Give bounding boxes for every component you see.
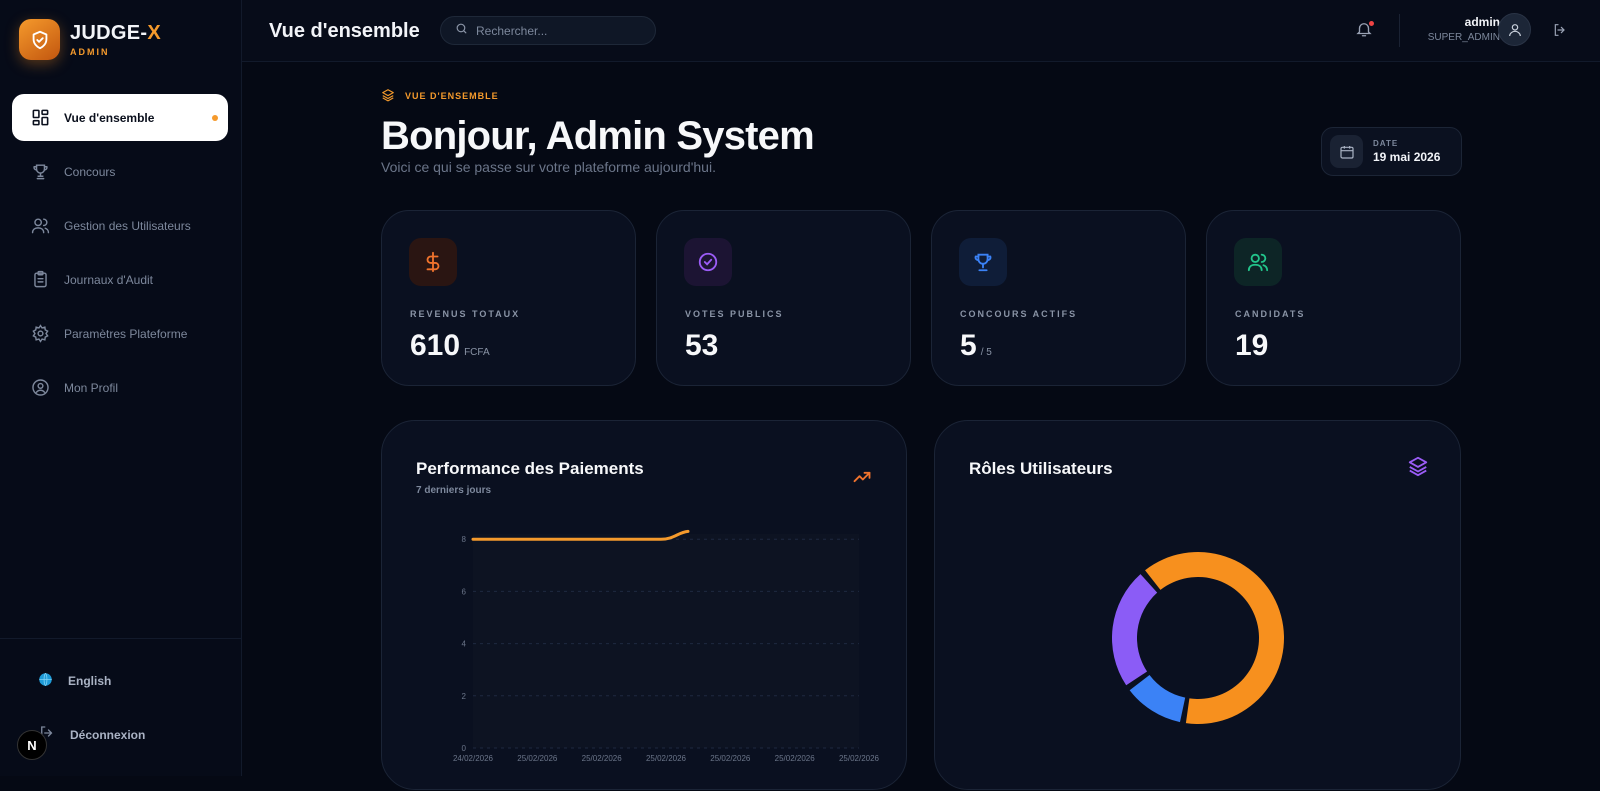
trophy-icon xyxy=(959,238,1007,286)
stat-label: VOTES PUBLICS xyxy=(685,309,784,319)
stats-row: REVENUS TOTAUX 610 FCFA VOTES PUBLICS 53 … xyxy=(381,210,1461,386)
kicker-label: VUE D'ENSEMBLE xyxy=(405,91,499,101)
shield-logo-icon xyxy=(19,19,60,60)
stat-card-candidates: CANDIDATS 19 xyxy=(1206,210,1461,386)
brand-subtitle: ADMIN xyxy=(70,47,110,57)
roles-donut-chart xyxy=(1112,552,1284,724)
logout-label: Déconnexion xyxy=(70,727,146,742)
y-tick-label: 0 xyxy=(462,744,467,753)
search-box[interactable] xyxy=(440,16,656,45)
stat-value: 19 xyxy=(1235,329,1269,362)
sidebar-item-label: Journaux d'Audit xyxy=(64,272,154,287)
section-kicker: VUE D'ENSEMBLE xyxy=(381,88,1461,104)
payments-panel: Performance des Paiements 7 derniers jou… xyxy=(381,420,907,790)
user-circle-icon xyxy=(30,378,50,398)
x-tick-label: 24/02/2026 xyxy=(453,754,494,763)
y-tick-label: 4 xyxy=(462,640,467,649)
layers-icon xyxy=(381,88,395,104)
logout-icon xyxy=(1554,24,1565,36)
stat-card-revenue: REVENUS TOTAUX 610 FCFA xyxy=(381,210,636,386)
stat-label: CONCOURS ACTIFS xyxy=(960,309,1078,319)
avatar[interactable] xyxy=(1498,13,1531,46)
roles-panel: Rôles Utilisateurs xyxy=(934,420,1461,790)
users-icon xyxy=(30,216,50,236)
date-widget: DATE 19 mai 2026 xyxy=(1321,127,1462,176)
sidebar-item-profile[interactable]: Mon Profil xyxy=(12,364,228,411)
sidebar-item-label: Concours xyxy=(64,164,116,179)
main-content: VUE D'ENSEMBLE Bonjour, Admin System Voi… xyxy=(381,88,1462,790)
calendar-icon xyxy=(1330,135,1363,168)
dashboard-grid-icon xyxy=(30,108,50,128)
notifications-button[interactable] xyxy=(1355,20,1375,40)
y-tick-label: 8 xyxy=(462,535,467,544)
sidebar: JUDGE-X ADMIN Vue d'ensemble Concours Ge… xyxy=(0,0,242,776)
y-tick-label: 2 xyxy=(462,692,467,701)
x-tick-label: 25/02/2026 xyxy=(517,754,558,763)
greeting-subtitle: Voici ce qui se passe sur votre platefor… xyxy=(381,159,716,175)
page-title: Vue d'ensemble xyxy=(269,20,420,42)
user-info[interactable]: admin SUPER_ADMIN xyxy=(1428,15,1500,43)
search-input[interactable] xyxy=(476,23,646,38)
topbar-divider xyxy=(1399,14,1400,47)
search-icon xyxy=(455,22,468,40)
language-label: English xyxy=(68,674,112,688)
gear-icon xyxy=(30,324,50,344)
donut-slice xyxy=(1129,675,1186,723)
dev-tools-badge[interactable]: N xyxy=(17,730,47,760)
logout-button[interactable]: Déconnexion xyxy=(38,724,145,745)
sidebar-nav: Vue d'ensemble Concours Gestion des Util… xyxy=(12,94,228,418)
sidebar-item-settings[interactable]: Paramètres Plateforme xyxy=(12,310,228,357)
stat-label: REVENUS TOTAUX xyxy=(410,309,521,319)
x-tick-label: 25/02/2026 xyxy=(582,754,623,763)
sidebar-item-contests[interactable]: Concours xyxy=(12,148,228,195)
user-name: admin xyxy=(1464,15,1500,29)
x-tick-label: 25/02/2026 xyxy=(710,754,751,763)
sidebar-item-audit[interactable]: Journaux d'Audit xyxy=(12,256,228,303)
brand-name: JUDGE-X xyxy=(70,22,162,44)
sidebar-item-label: Mon Profil xyxy=(64,380,119,395)
user-icon xyxy=(1508,23,1521,36)
plot-area xyxy=(473,534,859,748)
donut-slice xyxy=(1112,574,1158,686)
sidebar-item-overview[interactable]: Vue d'ensemble xyxy=(12,94,228,141)
x-tick-label: 25/02/2026 xyxy=(646,754,687,763)
date-label: DATE xyxy=(1373,139,1399,148)
stat-value: 610 FCFA xyxy=(410,329,490,362)
stat-value: 53 xyxy=(685,329,719,362)
x-tick-label: 25/02/2026 xyxy=(775,754,816,763)
sidebar-item-label: Paramètres Plateforme xyxy=(64,326,188,341)
stat-label: CANDIDATS xyxy=(1235,309,1306,319)
dollar-icon xyxy=(409,238,457,286)
language-switcher[interactable]: English xyxy=(38,672,111,690)
sidebar-divider xyxy=(0,638,242,639)
sidebar-item-label: Vue d'ensemble xyxy=(64,110,155,125)
stat-card-votes: VOTES PUBLICS 53 xyxy=(656,210,911,386)
payments-line-chart: 0 2 4 6 8 24/02/2026 25/02/2026 25/02/2026 25/02… xyxy=(453,529,880,763)
y-tick-label: 6 xyxy=(462,587,467,596)
date-value: 19 mai 2026 xyxy=(1373,150,1441,164)
topbar: Vue d'ensemble admin SUPER_ADMIN xyxy=(242,0,1600,62)
user-role: SUPER_ADMIN xyxy=(1427,32,1500,43)
topbar-logout-button[interactable] xyxy=(1552,22,1568,43)
greeting-title: Bonjour, Admin System xyxy=(381,114,815,158)
sidebar-item-label: Gestion des Utilisateurs xyxy=(64,218,191,233)
stat-value: 5/ 5 xyxy=(960,329,992,362)
trophy-icon xyxy=(30,162,50,182)
sidebar-item-users[interactable]: Gestion des Utilisateurs xyxy=(12,202,228,249)
check-circle-icon xyxy=(684,238,732,286)
users-icon xyxy=(1234,238,1282,286)
active-indicator-dot xyxy=(212,114,218,121)
clipboard-list-icon xyxy=(30,270,50,290)
notification-dot xyxy=(1369,21,1374,26)
globe-icon xyxy=(38,672,53,690)
stat-card-active-contests: CONCOURS ACTIFS 5/ 5 xyxy=(931,210,1186,386)
brand[interactable]: JUDGE-X ADMIN xyxy=(19,19,161,60)
x-tick-label: 25/02/2026 xyxy=(839,754,880,763)
